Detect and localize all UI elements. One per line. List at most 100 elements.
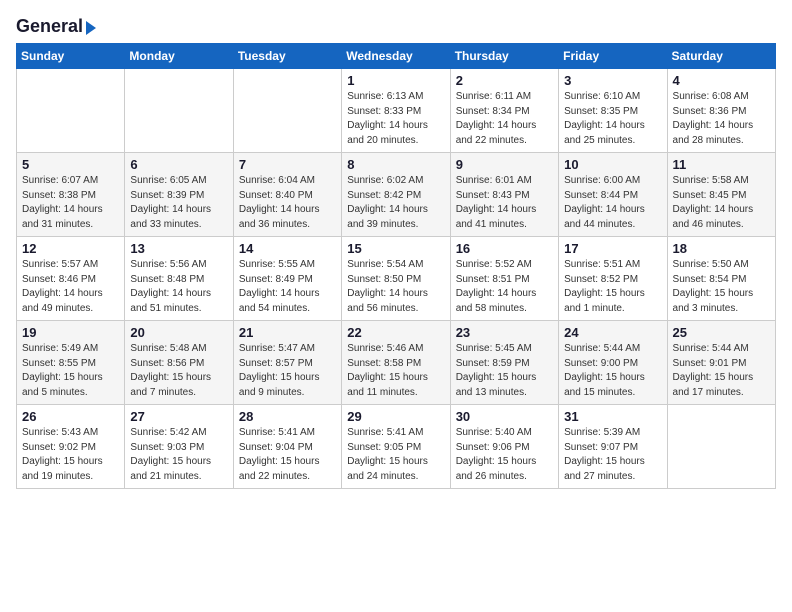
calendar-cell: 30Sunrise: 5:40 AMSunset: 9:06 PMDayligh… — [450, 405, 558, 489]
calendar-cell: 4 Sunrise: 6:08 AMSunset: 8:36 PMDaylight… — [667, 69, 775, 153]
cell-content: Sunrise: 5:39 AMSunset: 9:07 PMDaylight:… — [564, 426, 661, 484]
cell-content: Sunrise: 6:08 AMSunset: 8:36 PMDaylight:… — [673, 90, 770, 148]
header-monday: Monday — [125, 44, 233, 69]
calendar-cell: 15Sunrise: 5:54 AMSunset: 8:50 PMDayligh… — [342, 237, 450, 321]
cell-content: Sunrise: 5:41 AMSunset: 9:04 PMDaylight:… — [239, 426, 336, 484]
day-number: 29 — [347, 409, 444, 424]
week-row-4: 19 Sunrise: 5:49 AMSunset: 8:55 PMDayligh… — [17, 321, 776, 405]
calendar-table: SundayMondayTuesdayWednesdayThursdayFrid… — [16, 43, 776, 489]
day-number: 27 — [130, 409, 227, 424]
cell-content: Sunrise: 5:43 AMSunset: 9:02 PMDaylight:… — [22, 426, 119, 484]
calendar-cell: 26 Sunrise: 5:43 AMSunset: 9:02 PMDayligh… — [17, 405, 125, 489]
day-number: 4 — [673, 73, 770, 88]
cell-content: Sunrise: 5:51 AMSunset: 8:52 PMDaylight:… — [564, 258, 661, 316]
cell-content: Sunrise: 6:10 AMSunset: 8:35 PMDaylight:… — [564, 90, 661, 148]
logo-arrow-icon — [86, 21, 96, 35]
cell-content: Sunrise: 5:57 AMSunset: 8:46 PMDaylight:… — [22, 258, 119, 316]
calendar-cell: 6 Sunrise: 6:05 AMSunset: 8:39 PMDaylight… — [125, 153, 233, 237]
day-number: 20 — [130, 325, 227, 340]
day-number: 10 — [564, 157, 661, 172]
cell-content: Sunrise: 5:56 AMSunset: 8:48 PMDaylight:… — [130, 258, 227, 316]
day-number: 24 — [564, 325, 661, 340]
calendar-cell: 14 Sunrise: 5:55 AMSunset: 8:49 PMDayligh… — [233, 237, 341, 321]
week-row-3: 12 Sunrise: 5:57 AMSunset: 8:46 PMDayligh… — [17, 237, 776, 321]
calendar-cell: 21 Sunrise: 5:47 AMSunset: 8:57 PMDayligh… — [233, 321, 341, 405]
calendar-cell — [17, 69, 125, 153]
cell-content: Sunrise: 5:44 AMSunset: 9:00 PMDaylight:… — [564, 342, 661, 400]
day-number: 21 — [239, 325, 336, 340]
cell-content: Sunrise: 5:50 AMSunset: 8:54 PMDaylight:… — [673, 258, 770, 316]
day-number: 31 — [564, 409, 661, 424]
cell-content: Sunrise: 6:01 AMSunset: 8:43 PMDaylight:… — [456, 174, 553, 232]
cell-content: Sunrise: 5:46 AMSunset: 8:58 PMDaylight:… — [347, 342, 444, 400]
calendar-cell: 10 Sunrise: 6:00 AMSunset: 8:44 PMDayligh… — [559, 153, 667, 237]
day-number: 9 — [456, 157, 553, 172]
cell-content: Sunrise: 5:41 AMSunset: 9:05 PMDaylight:… — [347, 426, 444, 484]
cell-content: Sunrise: 5:47 AMSunset: 8:57 PMDaylight:… — [239, 342, 336, 400]
cell-content: Sunrise: 6:13 AMSunset: 8:33 PMDaylight:… — [347, 90, 444, 148]
cell-content: Sunrise: 5:55 AMSunset: 8:49 PMDaylight:… — [239, 258, 336, 316]
calendar-cell: 3 Sunrise: 6:10 AMSunset: 8:35 PMDaylight… — [559, 69, 667, 153]
header-thursday: Thursday — [450, 44, 558, 69]
calendar-cell — [667, 405, 775, 489]
day-number: 28 — [239, 409, 336, 424]
day-number: 18 — [673, 241, 770, 256]
day-number: 16 — [456, 241, 553, 256]
header-saturday: Saturday — [667, 44, 775, 69]
calendar-cell: 27 Sunrise: 5:42 AMSunset: 9:03 PMDayligh… — [125, 405, 233, 489]
week-row-5: 26 Sunrise: 5:43 AMSunset: 9:02 PMDayligh… — [17, 405, 776, 489]
calendar-cell: 2Sunrise: 6:11 AMSunset: 8:34 PMDaylight… — [450, 69, 558, 153]
day-number: 19 — [22, 325, 119, 340]
calendar-cell: 23 Sunrise: 5:45 AMSunset: 8:59 PMDayligh… — [450, 321, 558, 405]
calendar-cell: 16 Sunrise: 5:52 AMSunset: 8:51 PMDayligh… — [450, 237, 558, 321]
calendar-cell: 29 Sunrise: 5:41 AMSunset: 9:05 PMDayligh… — [342, 405, 450, 489]
day-number: 14 — [239, 241, 336, 256]
calendar-cell — [125, 69, 233, 153]
cell-content: Sunrise: 6:02 AMSunset: 8:42 PMDaylight:… — [347, 174, 444, 232]
calendar-cell: 25Sunrise: 5:44 AMSunset: 9:01 PMDayligh… — [667, 321, 775, 405]
day-number: 30 — [456, 409, 553, 424]
cell-content: Sunrise: 5:49 AMSunset: 8:55 PMDaylight:… — [22, 342, 119, 400]
header-sunday: Sunday — [17, 44, 125, 69]
day-number: 23 — [456, 325, 553, 340]
header-tuesday: Tuesday — [233, 44, 341, 69]
calendar-cell: 8 Sunrise: 6:02 AMSunset: 8:42 PMDaylight… — [342, 153, 450, 237]
day-number: 8 — [347, 157, 444, 172]
cell-content: Sunrise: 6:05 AMSunset: 8:39 PMDaylight:… — [130, 174, 227, 232]
day-number: 25 — [673, 325, 770, 340]
day-number: 22 — [347, 325, 444, 340]
calendar-cell: 7Sunrise: 6:04 AMSunset: 8:40 PMDaylight… — [233, 153, 341, 237]
calendar-cell: 22 Sunrise: 5:46 AMSunset: 8:58 PMDayligh… — [342, 321, 450, 405]
day-number: 2 — [456, 73, 553, 88]
cell-content: Sunrise: 5:52 AMSunset: 8:51 PMDaylight:… — [456, 258, 553, 316]
cell-content: Sunrise: 6:07 AMSunset: 8:38 PMDaylight:… — [22, 174, 119, 232]
cell-content: Sunrise: 6:00 AMSunset: 8:44 PMDaylight:… — [564, 174, 661, 232]
day-number: 7 — [239, 157, 336, 172]
cell-content: Sunrise: 5:58 AMSunset: 8:45 PMDaylight:… — [673, 174, 770, 232]
day-number: 17 — [564, 241, 661, 256]
calendar-cell: 31 Sunrise: 5:39 AMSunset: 9:07 PMDayligh… — [559, 405, 667, 489]
calendar-cell: 11 Sunrise: 5:58 AMSunset: 8:45 PMDayligh… — [667, 153, 775, 237]
calendar-cell: 13 Sunrise: 5:56 AMSunset: 8:48 PMDayligh… — [125, 237, 233, 321]
calendar-cell — [233, 69, 341, 153]
calendar-cell: 9 Sunrise: 6:01 AMSunset: 8:43 PMDaylight… — [450, 153, 558, 237]
day-number: 6 — [130, 157, 227, 172]
calendar-cell: 12 Sunrise: 5:57 AMSunset: 8:46 PMDayligh… — [17, 237, 125, 321]
day-number: 13 — [130, 241, 227, 256]
calendar-cell: 19 Sunrise: 5:49 AMSunset: 8:55 PMDayligh… — [17, 321, 125, 405]
days-header-row: SundayMondayTuesdayWednesdayThursdayFrid… — [17, 44, 776, 69]
day-number: 11 — [673, 157, 770, 172]
cell-content: Sunrise: 5:45 AMSunset: 8:59 PMDaylight:… — [456, 342, 553, 400]
day-number: 26 — [22, 409, 119, 424]
cell-content: Sunrise: 5:48 AMSunset: 8:56 PMDaylight:… — [130, 342, 227, 400]
week-row-2: 5 Sunrise: 6:07 AMSunset: 8:38 PMDaylight… — [17, 153, 776, 237]
page-header: General — [16, 16, 776, 33]
calendar-cell: 28 Sunrise: 5:41 AMSunset: 9:04 PMDayligh… — [233, 405, 341, 489]
calendar-cell: 5 Sunrise: 6:07 AMSunset: 8:38 PMDaylight… — [17, 153, 125, 237]
day-number: 12 — [22, 241, 119, 256]
day-number: 3 — [564, 73, 661, 88]
cell-content: Sunrise: 5:42 AMSunset: 9:03 PMDaylight:… — [130, 426, 227, 484]
cell-content: Sunrise: 5:54 AMSunset: 8:50 PMDaylight:… — [347, 258, 444, 316]
header-wednesday: Wednesday — [342, 44, 450, 69]
day-number: 5 — [22, 157, 119, 172]
